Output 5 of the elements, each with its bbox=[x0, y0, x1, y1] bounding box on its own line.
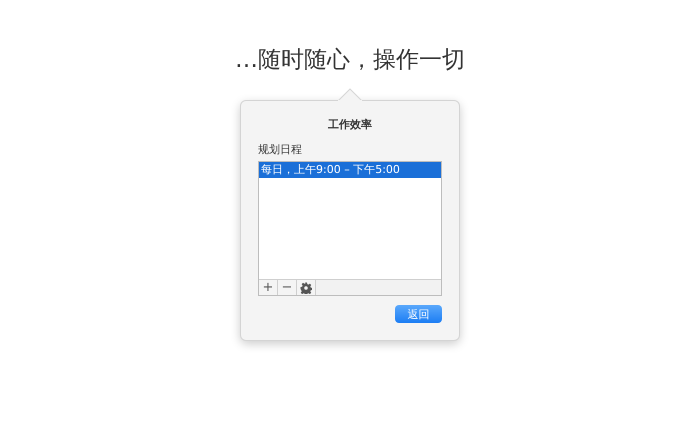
headline: …随时随心，操作一切 bbox=[235, 46, 465, 75]
settings-icon bbox=[300, 282, 312, 294]
popover-title: 工作效率 bbox=[328, 117, 372, 132]
section-label: 规划日程 bbox=[258, 142, 303, 157]
schedule-item[interactable]: 每日，上午9:00 – 下午5:00 bbox=[259, 162, 441, 178]
